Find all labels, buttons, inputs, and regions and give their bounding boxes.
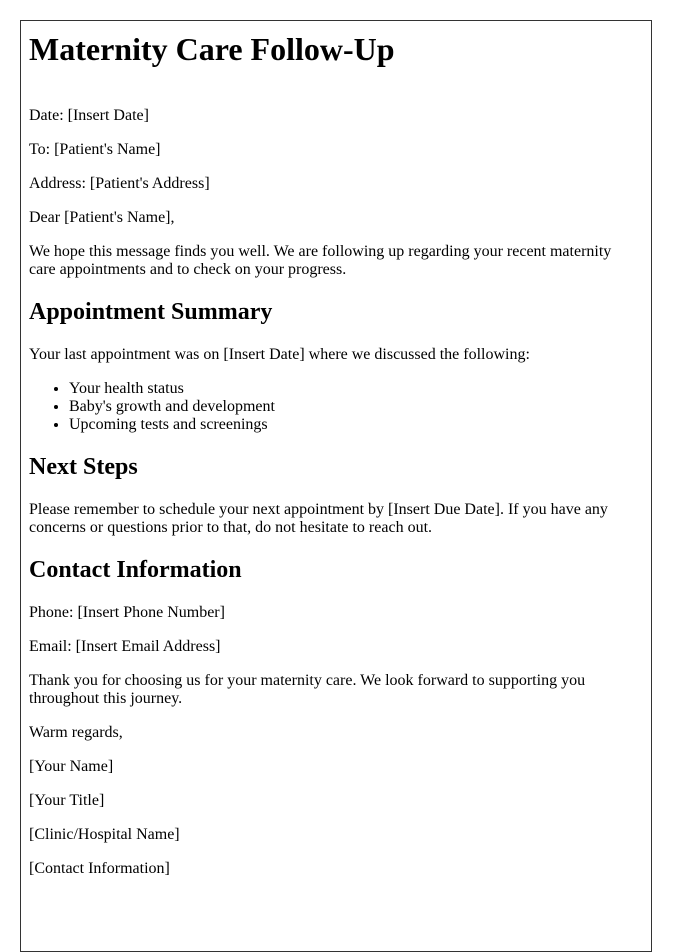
- intro-paragraph: We hope this message finds you well. We …: [29, 243, 612, 278]
- sender-title: [Your Title]: [29, 792, 105, 809]
- email-line: Email: [Insert Email Address]: [29, 638, 221, 655]
- date-line: Date: [Insert Date]: [29, 107, 149, 124]
- appointment-summary-heading: Appointment Summary: [29, 299, 273, 325]
- phone-line: Phone: [Insert Phone Number]: [29, 604, 225, 621]
- sender-name: [Your Name]: [29, 758, 114, 775]
- letter-card: [20, 20, 652, 952]
- salutation: Dear [Patient's Name],: [29, 209, 175, 226]
- list-item: Your health status: [69, 380, 275, 398]
- next-steps-heading: Next Steps: [29, 454, 138, 480]
- discussion-list: Your health status Baby's growth and dev…: [29, 380, 275, 434]
- sender-contact: [Contact Information]: [29, 860, 170, 877]
- next-steps-text: Please remember to schedule your next ap…: [29, 501, 608, 536]
- address-line: Address: [Patient's Address]: [29, 175, 210, 192]
- appointment-summary-text: Your last appointment was on [Insert Dat…: [29, 346, 530, 363]
- list-item: Upcoming tests and screenings: [69, 416, 275, 434]
- recipient-line: To: [Patient's Name]: [29, 141, 161, 158]
- page-title: Maternity Care Follow-Up: [29, 31, 395, 67]
- closing-paragraph: Thank you for choosing us for your mater…: [29, 672, 586, 707]
- list-item: Baby's growth and development: [69, 398, 275, 416]
- closing-phrase: Warm regards,: [29, 724, 123, 741]
- contact-information-heading: Contact Information: [29, 557, 242, 583]
- clinic-name: [Clinic/Hospital Name]: [29, 826, 180, 843]
